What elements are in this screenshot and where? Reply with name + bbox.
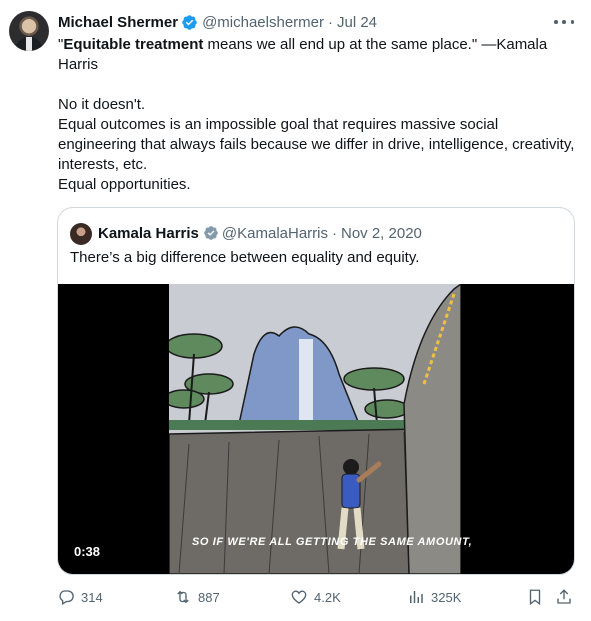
quoted-tweet-date[interactable]: Nov 2, 2020 [341,225,422,242]
date-separator: · [328,13,333,31]
views-button[interactable]: 325K [407,587,461,607]
quoted-author-handle[interactable]: @KamalaHarris [222,225,328,242]
video-player[interactable]: 0:38 SO IF WE'RE ALL GETTING THE SAME AM… [58,284,574,574]
action-bar: 314 887 4.2K 325K [57,587,577,607]
reply-count: 314 [81,589,103,605]
video-frame-illustration [169,284,461,574]
tweet-text-line-4: Equal opportunities. [58,176,191,193]
heart-icon [291,590,307,604]
date-separator: · [332,224,337,242]
tweet-text: "Equitable treatment means we all end up… [58,35,578,195]
bookmark-button[interactable] [526,587,544,607]
retweet-count: 887 [198,589,220,605]
quoted-author-name[interactable]: Kamala Harris [98,225,199,242]
share-button[interactable] [555,587,573,607]
reply-button[interactable]: 314 [57,587,103,607]
bookmark-icon [529,589,541,606]
video-caption: SO IF WE'RE ALL GETTING THE SAME AMOUNT, [192,536,473,548]
tweet-card[interactable]: Michael Shermer @michaelshermer · Jul 24… [0,0,591,621]
retweet-button[interactable]: 887 [174,587,220,607]
tweet-text-line-1: "Equitable treatment means we all end up… [58,36,548,73]
views-chart-icon [410,591,423,603]
bold-phrase: Equitable treatment [63,36,204,53]
author-name[interactable]: Michael Shermer [58,14,178,31]
verified-badge-icon [182,14,197,30]
retweet-icon [177,590,189,604]
more-options-icon[interactable] [554,14,574,30]
quoted-tweet-header: Kamala Harris @KamalaHarris · Nov 2, 202… [98,222,422,244]
tweet-text-line-2: No it doesn't. [58,96,146,113]
like-count: 4.2K [314,589,341,605]
reply-icon [59,590,74,605]
author-handle[interactable]: @michaelshermer [202,14,324,31]
tweet-date[interactable]: Jul 24 [337,14,377,31]
like-button[interactable]: 4.2K [290,587,341,607]
quoted-tweet[interactable]: Kamala Harris @KamalaHarris · Nov 2, 202… [57,207,575,575]
quoted-author-avatar[interactable] [70,223,92,245]
views-count: 325K [431,589,462,605]
quoted-tweet-text: There’s a big difference between equalit… [70,249,420,266]
tweet-text-line-3: Equal outcomes is an impossible goal tha… [58,116,575,173]
verified-badge-icon [204,226,218,240]
share-icon [557,589,571,604]
tweet-header: Michael Shermer @michaelshermer · Jul 24 [58,12,377,32]
video-duration: 0:38 [74,544,101,559]
author-avatar[interactable] [9,11,49,51]
